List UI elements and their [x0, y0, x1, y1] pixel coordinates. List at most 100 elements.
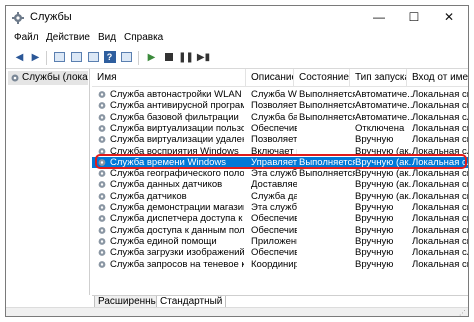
service-startup-type: Вручную [355, 134, 394, 146]
service-logon: Локальная си [412, 202, 468, 213]
service-name: Служба данных датчиков [110, 179, 223, 191]
service-name: Служба географического положения [110, 168, 244, 180]
service-description: Обеспечив... [251, 247, 297, 259]
table-row[interactable]: Служба антивирусной программ... Позволяет… [92, 100, 468, 111]
service-logon: Локальная сл [412, 247, 468, 259]
service-description: Эта служб... [251, 168, 297, 180]
table-row[interactable]: Служба единой помощи Приложени... Вручную Л… [92, 236, 468, 247]
toolbar: ◀ ▶ ? ▶ ❚❚ ▶▮ [6, 47, 468, 69]
refresh-icon[interactable] [69, 51, 84, 65]
restart-service-icon[interactable]: ▶▮ [196, 51, 211, 65]
service-startup-type: Вручную [355, 235, 394, 247]
table-row[interactable]: Служба диспетчера доступа к возмо... Обес… [92, 213, 468, 224]
service-gear-icon [98, 181, 106, 189]
service-description: Приложени... [251, 235, 297, 247]
forward-icon[interactable]: ▶ [28, 51, 43, 65]
column-header-description[interactable]: Описание [246, 69, 294, 87]
service-description: Служба W... [251, 89, 297, 100]
service-gear-icon [98, 237, 106, 245]
service-logon: Локальная си [412, 179, 468, 191]
table-row[interactable]: Служба данных датчиков Доставляет... Вручн… [92, 179, 468, 190]
service-state [299, 259, 355, 270]
services-list: Имя Описание Состояние Тип запуска Вход … [92, 69, 468, 295]
service-gear-icon [98, 204, 106, 211]
service-description: Служба ба... [251, 111, 297, 123]
service-startup-type: Вручную [355, 202, 394, 213]
table-row[interactable]: Служба географического положения Эта служ… [92, 168, 468, 179]
service-startup-type: Вручную (ак... [355, 190, 412, 202]
table-row[interactable]: Служба загрузки изображений Win... Обеспе… [92, 247, 468, 258]
service-state [299, 236, 355, 247]
menu-action[interactable]: Действие [46, 32, 90, 43]
table-row[interactable]: Служба датчиков Служба да... Вручную (ак..… [92, 191, 468, 202]
service-description: Эта служб... [251, 202, 297, 213]
menu-help[interactable]: Справка [124, 32, 163, 43]
services-window: Службы — ☐ ✕ Файл Действие Вид Справка ◀… [5, 5, 469, 317]
menu-file[interactable]: Файл [14, 32, 39, 43]
table-row[interactable]: Служба демонстрации магазина Эта служб...… [92, 202, 468, 213]
service-state [299, 191, 355, 202]
column-header-name[interactable]: Имя [92, 69, 246, 87]
tree-item-services-local[interactable]: Службы (локалы [8, 71, 88, 85]
table-row[interactable]: Служба виртуализации удаленных р... Позво… [92, 134, 468, 145]
column-header-startup-type[interactable]: Тип запуска [350, 69, 407, 87]
service-logon: Локальная си [412, 134, 468, 146]
service-description: Обеспечив... [251, 224, 297, 236]
service-state [299, 202, 355, 213]
service-startup-type: Вручную (ак... [355, 168, 412, 180]
service-name: Служба единой помощи [110, 235, 217, 247]
column-header-state[interactable]: Состояние [294, 69, 350, 87]
service-startup-type: Вручную [355, 224, 394, 236]
view-tabs: Расширенный Стандартный [92, 295, 468, 308]
service-name: Служба антивирусной программ... [110, 100, 244, 112]
close-button[interactable]: ✕ [432, 6, 466, 28]
service-state [299, 225, 355, 236]
console-tree-icon[interactable] [52, 51, 67, 65]
service-description: Позволяет... [251, 134, 297, 146]
service-logon: Локальная си [412, 168, 468, 180]
service-gear-icon [98, 249, 106, 257]
pause-service-icon[interactable]: ❚❚ [178, 51, 194, 65]
service-state [299, 179, 355, 190]
minimize-button[interactable]: — [362, 6, 396, 28]
column-header-row: Имя Описание Состояние Тип запуска Вход … [92, 69, 468, 87]
table-row[interactable]: Служба базовой фильтрации Служба ба...Вып… [92, 112, 468, 123]
service-description: Координир... [251, 258, 297, 270]
service-logon: Локальная си [412, 190, 468, 202]
selection-highlight-box [95, 154, 467, 170]
menu-view[interactable]: Вид [98, 32, 116, 43]
table-row[interactable]: Служба доступа к данным пользова... Обесп… [92, 225, 468, 236]
service-logon: Локальная си [412, 213, 468, 225]
service-logon: Локальная си [412, 258, 468, 270]
stop-service-icon[interactable] [161, 51, 176, 65]
service-description: Доставляет... [251, 179, 297, 191]
table-row[interactable]: Служба запросов на теневое копиро... Коор… [92, 259, 468, 270]
title-bar: Службы — ☐ ✕ [6, 6, 468, 30]
properties-icon[interactable] [119, 51, 134, 65]
service-name: Служба виртуализации пользоват... [110, 122, 244, 134]
table-row[interactable]: Служба виртуализации пользоват... Обеспеч… [92, 123, 468, 134]
service-state [299, 247, 355, 258]
service-startup-type: Вручную [355, 213, 394, 225]
service-logon: Локальная си [412, 100, 468, 112]
maximize-button[interactable]: ☐ [397, 6, 431, 28]
service-logon: Локальная си [412, 235, 468, 247]
table-row[interactable]: Служба автонастройки WLAN Служба W...Выпо… [92, 89, 468, 100]
service-name: Служба запросов на теневое копиро... [110, 258, 244, 270]
start-service-icon[interactable]: ▶ [144, 51, 159, 65]
help-icon[interactable]: ? [102, 51, 117, 65]
service-name: Служба доступа к данным пользова... [110, 224, 244, 236]
back-icon[interactable]: ◀ [12, 51, 27, 65]
service-name: Служба базовой фильтрации [110, 111, 239, 123]
resize-grip-icon[interactable]: ⋰ [459, 309, 466, 316]
export-icon[interactable] [86, 51, 101, 65]
service-startup-type: Автоматиче... [355, 100, 412, 112]
service-name: Служба демонстрации магазина [110, 202, 244, 213]
service-state [299, 134, 355, 145]
service-startup-type: Отключена [355, 122, 405, 134]
column-header-logon[interactable]: Вход от имени [407, 69, 468, 87]
status-bar: ⋰ [6, 307, 468, 316]
tree-item-label: Службы (локалы [22, 72, 88, 83]
service-startup-type: Вручную (ак... [355, 179, 412, 191]
service-startup-type: Вручную [355, 247, 394, 259]
